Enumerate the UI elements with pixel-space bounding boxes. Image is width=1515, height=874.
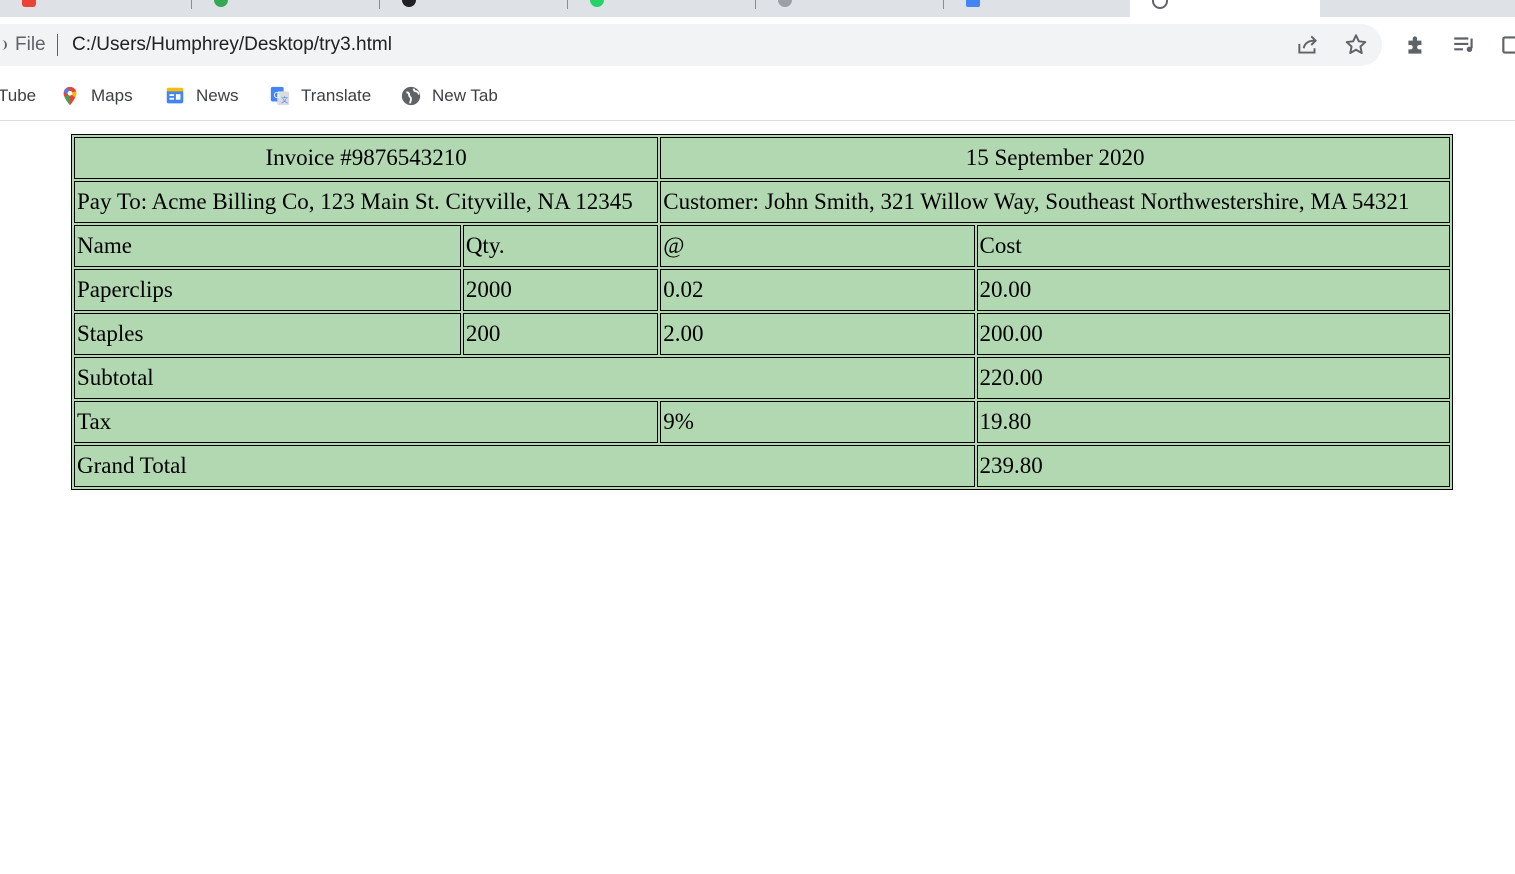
tax-label: Tax — [74, 401, 659, 443]
svg-text:文: 文 — [281, 95, 289, 104]
github-icon — [402, 0, 416, 7]
tab-favicon-icon — [214, 0, 228, 7]
url-text[interactable]: C:/Users/Humphrey/Desktop/try3.html — [72, 34, 392, 56]
bookmark-label: Tube — [0, 86, 37, 105]
share-icon[interactable] — [1295, 32, 1321, 58]
item-qty: 200 — [462, 313, 659, 355]
subtotal-value: 220.00 — [976, 357, 1450, 399]
subtotal-label: Subtotal — [74, 357, 975, 399]
page-content: Invoice #9876543210 15 September 2020 Pa… — [71, 134, 1453, 490]
address-divider — [57, 34, 58, 56]
invoice-header-row: Invoice #9876543210 15 September 2020 — [74, 137, 1450, 179]
grand-total-label: Grand Total — [74, 445, 975, 487]
item-price: 0.02 — [660, 269, 975, 311]
column-header-row: Name Qty. @ Cost — [74, 225, 1450, 267]
subtotal-row: Subtotal 220.00 — [74, 357, 1450, 399]
globe-icon — [1152, 0, 1168, 9]
bookmark-maps[interactable]: Maps — [59, 83, 133, 109]
scheme-label: File — [15, 34, 46, 55]
news-icon — [164, 85, 186, 107]
grand-total-row: Grand Total 239.80 — [74, 445, 1450, 487]
item-cost: 200.00 — [976, 313, 1450, 355]
header-qty: Qty. — [462, 225, 659, 267]
bookmark-youtube[interactable]: Tube — [0, 83, 36, 109]
browser-tab[interactable] — [192, 0, 380, 17]
table-row: Paperclips 2000 0.02 20.00 — [74, 269, 1450, 311]
header-cost: Cost — [976, 225, 1450, 267]
bookmark-label: Maps — [91, 86, 133, 105]
translate-icon: G文 — [269, 85, 291, 107]
customer-address: Customer: John Smith, 321 Willow Way, So… — [660, 181, 1450, 223]
tax-value: 19.80 — [976, 401, 1450, 443]
header-price: @ — [660, 225, 975, 267]
invoice-table: Invoice #9876543210 15 September 2020 Pa… — [71, 134, 1453, 490]
header-name: Name — [74, 225, 461, 267]
address-bar[interactable]: File C:/Users/Humphrey/Desktop/try3.html — [0, 24, 1382, 66]
bookmark-label: News — [196, 86, 239, 105]
maps-icon — [59, 85, 81, 107]
item-qty: 2000 — [462, 269, 659, 311]
site-info-icon[interactable] — [0, 40, 7, 50]
tab-strip-empty — [1320, 0, 1515, 17]
item-name: Paperclips — [74, 269, 461, 311]
bookmark-new-tab[interactable]: New Tab — [400, 83, 498, 109]
bookmark-label: Translate — [301, 86, 372, 105]
item-name: Staples — [74, 313, 461, 355]
star-icon[interactable] — [1343, 32, 1369, 58]
bookmark-label: New Tab — [432, 86, 498, 105]
table-row: Staples 200 2.00 200.00 — [74, 313, 1450, 355]
side-panel-icon[interactable] — [1499, 32, 1515, 58]
browser-tab[interactable] — [944, 0, 1130, 17]
bookmark-news[interactable]: News — [164, 83, 239, 109]
browser-tab[interactable] — [0, 0, 192, 17]
pay-to-address: Pay To: Acme Billing Co, 123 Main St. Ci… — [74, 181, 659, 223]
item-price: 2.00 — [660, 313, 975, 355]
svg-text:G: G — [274, 90, 280, 100]
tax-row: Tax 9% 19.80 — [74, 401, 1450, 443]
tab-strip — [0, 0, 1515, 17]
browser-tab[interactable] — [380, 0, 568, 17]
item-cost: 20.00 — [976, 269, 1450, 311]
reading-list-icon[interactable] — [1451, 32, 1477, 58]
tab-favicon-icon — [778, 0, 792, 7]
browser-tab-active[interactable] — [1130, 0, 1320, 17]
grand-total-value: 239.80 — [976, 445, 1450, 487]
youtube-icon — [22, 0, 36, 7]
invoice-number: Invoice #9876543210 — [74, 137, 659, 179]
globe-icon — [400, 85, 422, 107]
tax-rate: 9% — [660, 401, 975, 443]
tab-favicon-icon — [966, 0, 980, 7]
invoice-date: 15 September 2020 — [660, 137, 1450, 179]
browser-toolbar: File C:/Users/Humphrey/Desktop/try3.html — [0, 17, 1515, 74]
address-row: Pay To: Acme Billing Co, 123 Main St. Ci… — [74, 181, 1450, 223]
extensions-icon[interactable] — [1403, 32, 1429, 58]
browser-tab[interactable] — [568, 0, 756, 17]
bookmark-translate[interactable]: G文 Translate — [269, 83, 371, 109]
whatsapp-icon — [590, 0, 604, 7]
browser-tab[interactable] — [756, 0, 944, 17]
bookmarks-bar: Tube Maps News G文 Translate New Tab — [0, 74, 1515, 121]
